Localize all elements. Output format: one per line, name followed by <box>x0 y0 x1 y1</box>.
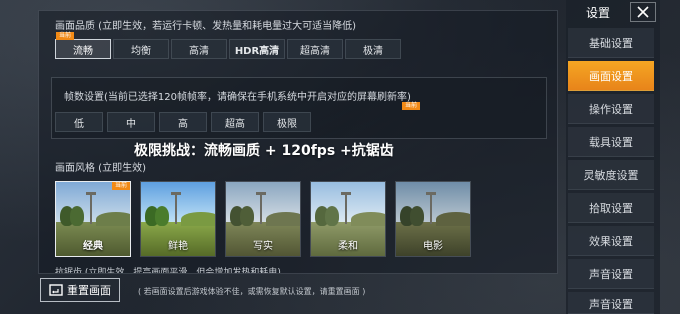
fps-option-medium[interactable]: 中 <box>107 112 155 132</box>
quality-options: 当前 流畅 均衡 高清 HDR高清 超高清 极清 <box>55 32 403 59</box>
antialias-title: 抗锯齿 (立即生效，提高画面平滑，但会增加发热和耗电) <box>55 268 281 273</box>
fps-option-low[interactable]: 低 <box>55 112 103 132</box>
quality-option-ultra-hd[interactable]: 超高清 <box>287 39 343 59</box>
current-tag: 当前 <box>56 32 75 40</box>
style-options: 当前 经典 鲜艳 写实 柔和 电影 <box>55 181 480 257</box>
quality-option-hdr-hd[interactable]: HDR高清 <box>229 39 285 59</box>
fps-option-ultra[interactable]: 超高 <box>211 112 259 132</box>
tower-image <box>86 192 96 224</box>
quality-option-hd[interactable]: 高清 <box>171 39 227 59</box>
fps-option-high[interactable]: 高 <box>159 112 207 132</box>
quality-option-extreme-hd[interactable]: 极清 <box>345 39 401 59</box>
style-current-tag: 当前 <box>111 182 130 190</box>
style-option-soft[interactable]: 柔和 <box>310 181 386 257</box>
style-option-classic[interactable]: 当前 经典 <box>55 181 131 257</box>
tower-image <box>256 192 266 224</box>
tower-image <box>171 192 181 224</box>
close-button[interactable] <box>630 2 656 22</box>
style-option-cinema[interactable]: 电影 <box>395 181 471 257</box>
fps-option-extreme[interactable]: 极限 <box>263 112 311 132</box>
style-option-vivid[interactable]: 鲜艳 <box>140 181 216 257</box>
fps-current-tag: 当前 <box>401 102 420 110</box>
tower-image <box>426 192 436 224</box>
quality-option-balanced[interactable]: 均衡 <box>113 39 169 59</box>
sidebar-item-sensitivity[interactable]: 灵敏度设置 <box>568 160 654 190</box>
reset-icon <box>49 284 63 296</box>
tower-image <box>341 192 351 224</box>
sidebar-item-pickup[interactable]: 拾取设置 <box>568 193 654 223</box>
reset-display-button[interactable]: 重置画面 <box>40 278 120 302</box>
quality-title: 画面品质 (立即生效，若运行卡顿、发热量和耗电量过大可适当降低) <box>55 21 356 32</box>
sidebar-item-sound-2[interactable]: 声音设置 <box>568 292 654 314</box>
sidebar-item-effects[interactable]: 效果设置 <box>568 226 654 256</box>
reset-note: ( 若画面设置后游戏体验不佳，或需恢复默认设置，请重置画面 ) <box>138 287 366 296</box>
close-icon <box>637 6 649 18</box>
fps-options: 低 中 高 超高 极限 <box>55 112 315 132</box>
sidebar-item-display[interactable]: 画面设置 <box>568 61 654 91</box>
fps-section: 帧数设置(当前已选择120帧帧率，请确保在手机系统中开启对应的屏幕刷新率) 当前… <box>51 77 547 139</box>
sidebar-item-basic[interactable]: 基础设置 <box>568 28 654 58</box>
sidebar-item-vehicle[interactable]: 载具设置 <box>568 127 654 157</box>
quality-option-smooth[interactable]: 当前 流畅 <box>55 32 111 59</box>
fps-title: 帧数设置(当前已选择120帧帧率，请确保在手机系统中开启对应的屏幕刷新率) <box>64 92 411 103</box>
style-option-realistic[interactable]: 写实 <box>225 181 301 257</box>
challenge-banner: 极限挑战：流畅画质 + 120fps +抗锯齿 <box>134 143 394 159</box>
sidebar-title: 设置 <box>586 6 611 20</box>
sidebar-item-sound[interactable]: 声音设置 <box>568 259 654 289</box>
style-title: 画面风格 (立即生效) <box>55 163 146 174</box>
sidebar-item-controls[interactable]: 操作设置 <box>568 94 654 124</box>
